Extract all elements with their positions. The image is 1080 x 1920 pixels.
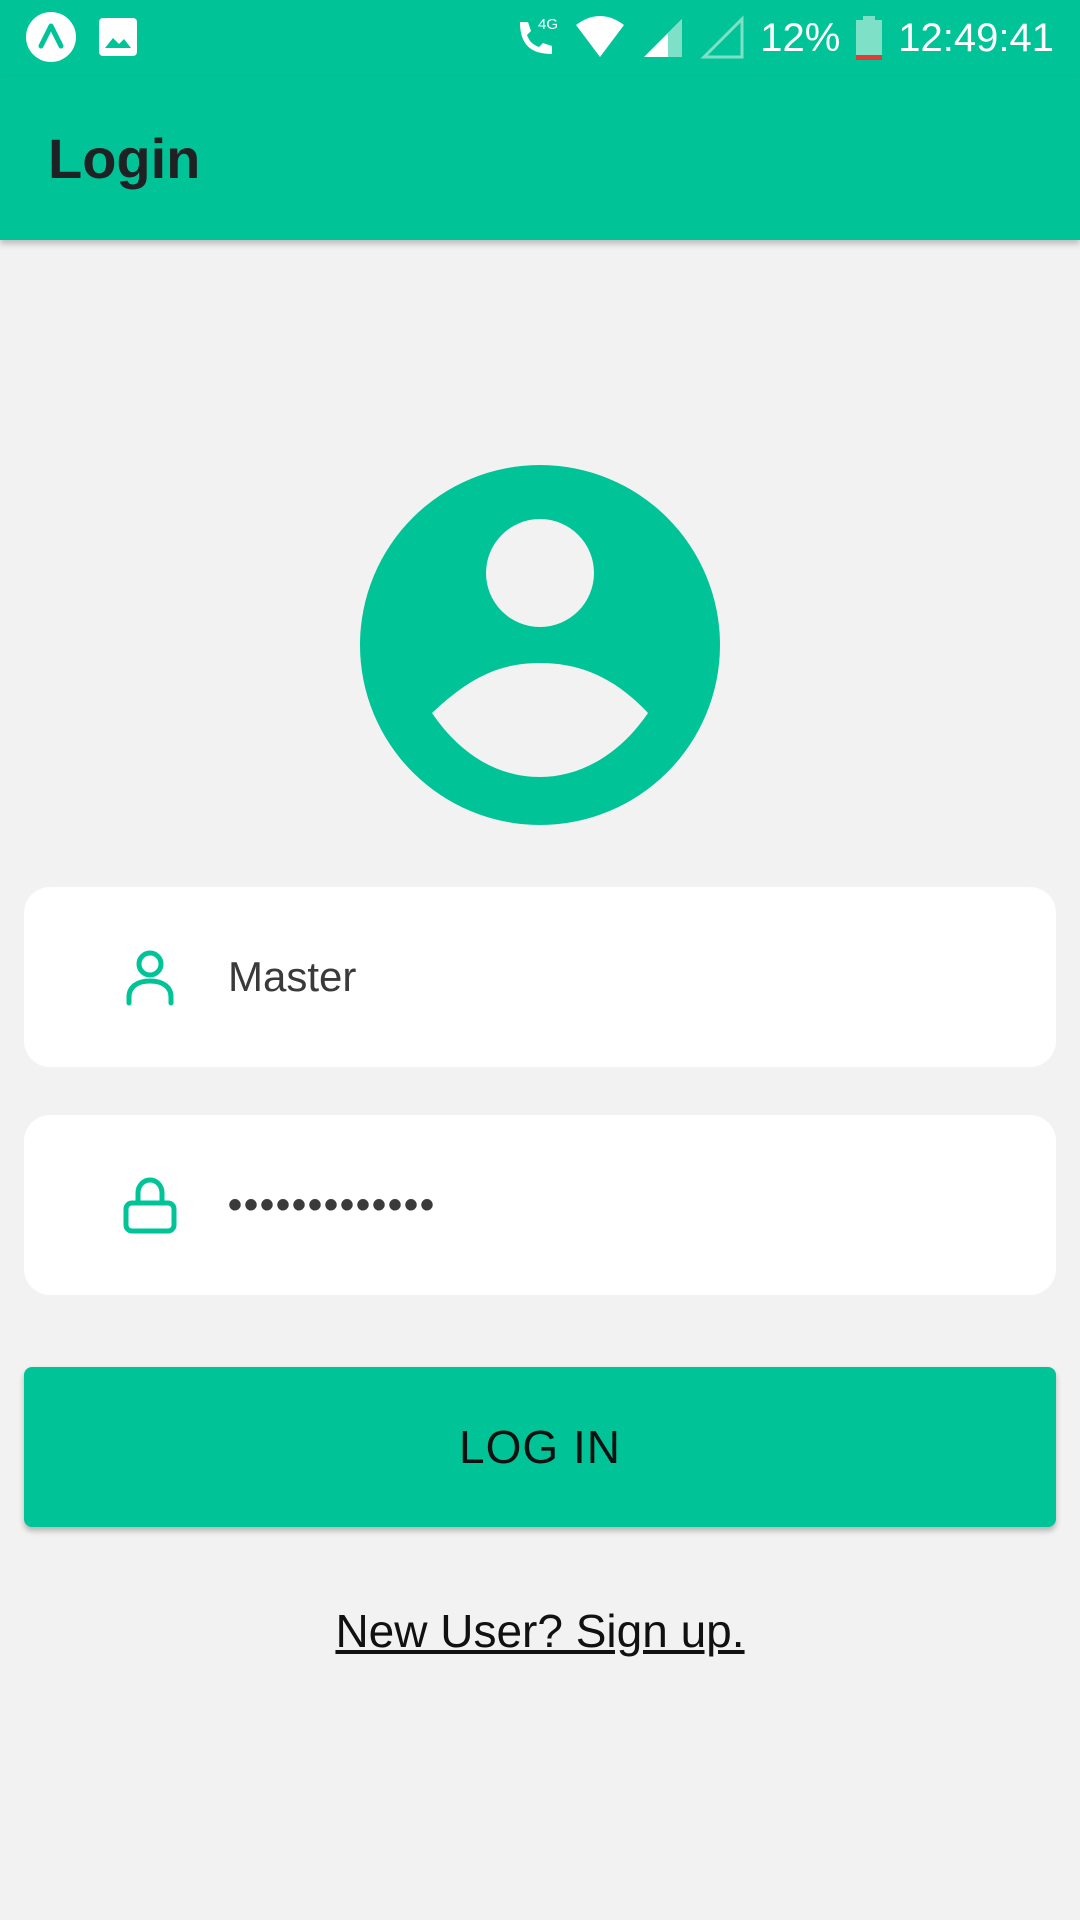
- username-value: Master: [228, 953, 357, 1000]
- notification-icons: [26, 12, 140, 62]
- signal-empty-icon: [700, 15, 744, 59]
- network-type-label: 4G: [538, 16, 558, 33]
- account-circle-icon: [360, 465, 720, 825]
- wifi-icon: [576, 16, 625, 57]
- signal-icon: [644, 19, 683, 57]
- signup-link[interactable]: New User? Sign up.: [335, 1605, 744, 1657]
- username-field[interactable]: Master: [24, 887, 1056, 1067]
- app-notification-icon: [26, 12, 76, 62]
- app-bar: Login: [0, 76, 1080, 240]
- signup-link-container: New User? Sign up.: [0, 1604, 1080, 1658]
- login-button[interactable]: LOG IN: [24, 1367, 1056, 1527]
- password-field[interactable]: •••••••••••••: [24, 1115, 1056, 1295]
- status-bar: 4G 12% 12:49:41: [0, 0, 1080, 76]
- password-value: •••••••••••••: [228, 1183, 437, 1227]
- page-title: Login: [48, 127, 201, 190]
- clock: 12:49:41: [898, 15, 1054, 60]
- system-icons: 4G 12% 12:49:41: [512, 8, 1054, 68]
- login-button-label: LOG IN: [459, 1421, 621, 1473]
- person-outline-icon: [126, 950, 174, 1006]
- image-notification-icon: [99, 18, 137, 56]
- battery-icon: [856, 16, 883, 60]
- lock-outline-icon: [123, 1177, 177, 1234]
- battery-percent: 12%: [760, 15, 841, 60]
- call-4g-icon: 4G: [520, 16, 558, 54]
